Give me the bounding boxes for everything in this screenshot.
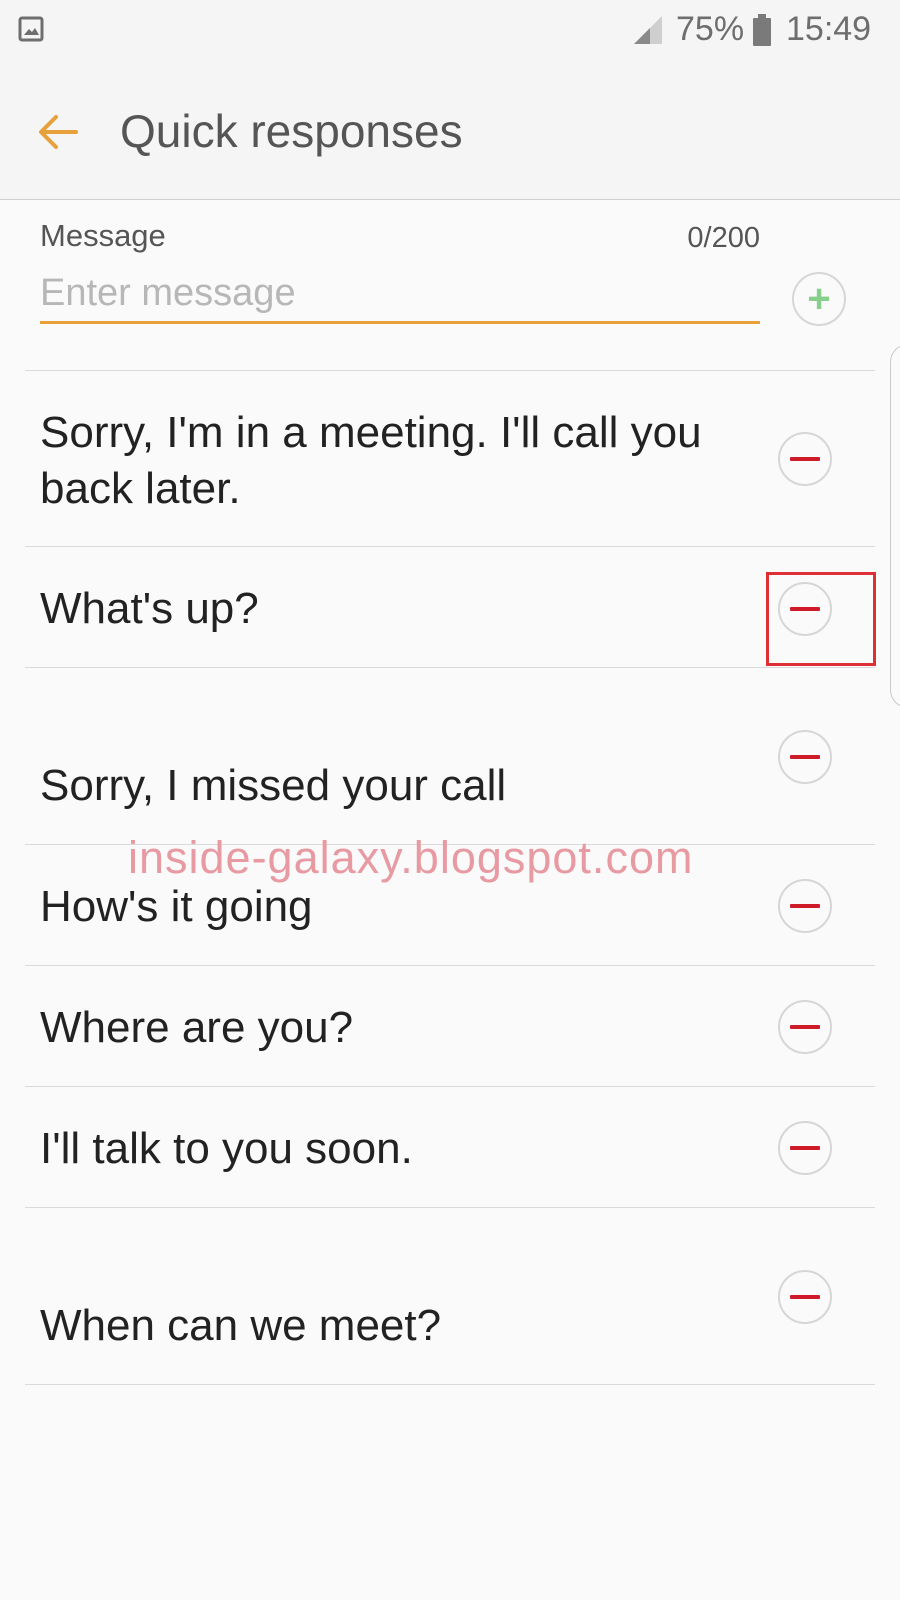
remove-button[interactable] xyxy=(778,582,832,636)
page-title: Quick responses xyxy=(120,105,463,157)
list-item[interactable]: Where are you? xyxy=(0,966,900,1086)
remove-button[interactable] xyxy=(778,879,832,933)
minus-icon xyxy=(790,457,820,461)
list-item[interactable]: Sorry, I missed your call xyxy=(0,668,900,844)
list-item[interactable]: Sorry, I'm in a meeting. I'll call you b… xyxy=(0,371,900,546)
back-button[interactable] xyxy=(30,104,86,160)
remove-button[interactable] xyxy=(778,1270,832,1324)
compose-section: Message 0/200 + xyxy=(0,200,900,376)
response-text: What's up? xyxy=(40,584,259,633)
minus-icon xyxy=(790,755,820,759)
minus-icon xyxy=(790,1025,820,1029)
minus-icon xyxy=(790,904,820,908)
watermark: inside-galaxy.blogspot.com xyxy=(128,832,694,883)
character-counter: 0/200 xyxy=(687,222,760,254)
message-input[interactable] xyxy=(40,266,760,324)
list-item[interactable]: I'll talk to you soon. xyxy=(0,1087,900,1207)
gallery-icon xyxy=(18,16,44,42)
message-label: Message xyxy=(40,218,166,253)
list-item[interactable]: What's up? xyxy=(0,547,900,667)
remove-button[interactable] xyxy=(778,432,832,486)
battery-icon xyxy=(753,14,771,46)
response-text: How's it going xyxy=(40,882,313,931)
response-text: Where are you? xyxy=(40,1003,354,1052)
app-bar: Quick responses xyxy=(0,64,900,200)
clock: 15:49 xyxy=(786,10,872,48)
response-text: Sorry, I missed your call xyxy=(40,761,507,810)
signal-icon xyxy=(634,16,662,44)
divider xyxy=(25,1384,875,1385)
response-text: I'll talk to you soon. xyxy=(40,1124,413,1173)
battery-percent: 75% xyxy=(676,10,745,48)
response-text: When can we meet? xyxy=(40,1301,442,1350)
remove-button[interactable] xyxy=(778,1121,832,1175)
add-button[interactable]: + xyxy=(792,272,846,326)
response-text: Sorry, I'm in a meeting. I'll call you b… xyxy=(40,408,702,513)
plus-icon: + xyxy=(807,277,831,321)
remove-button[interactable] xyxy=(778,1000,832,1054)
list-item[interactable]: When can we meet? xyxy=(0,1208,900,1384)
arrow-left-icon xyxy=(39,115,78,149)
edge-panel-handle[interactable] xyxy=(890,344,900,708)
remove-button[interactable] xyxy=(778,730,832,784)
status-bar: 75% 15:49 xyxy=(0,0,900,64)
minus-icon xyxy=(790,607,820,611)
minus-icon xyxy=(790,1146,820,1150)
minus-icon xyxy=(790,1295,820,1299)
